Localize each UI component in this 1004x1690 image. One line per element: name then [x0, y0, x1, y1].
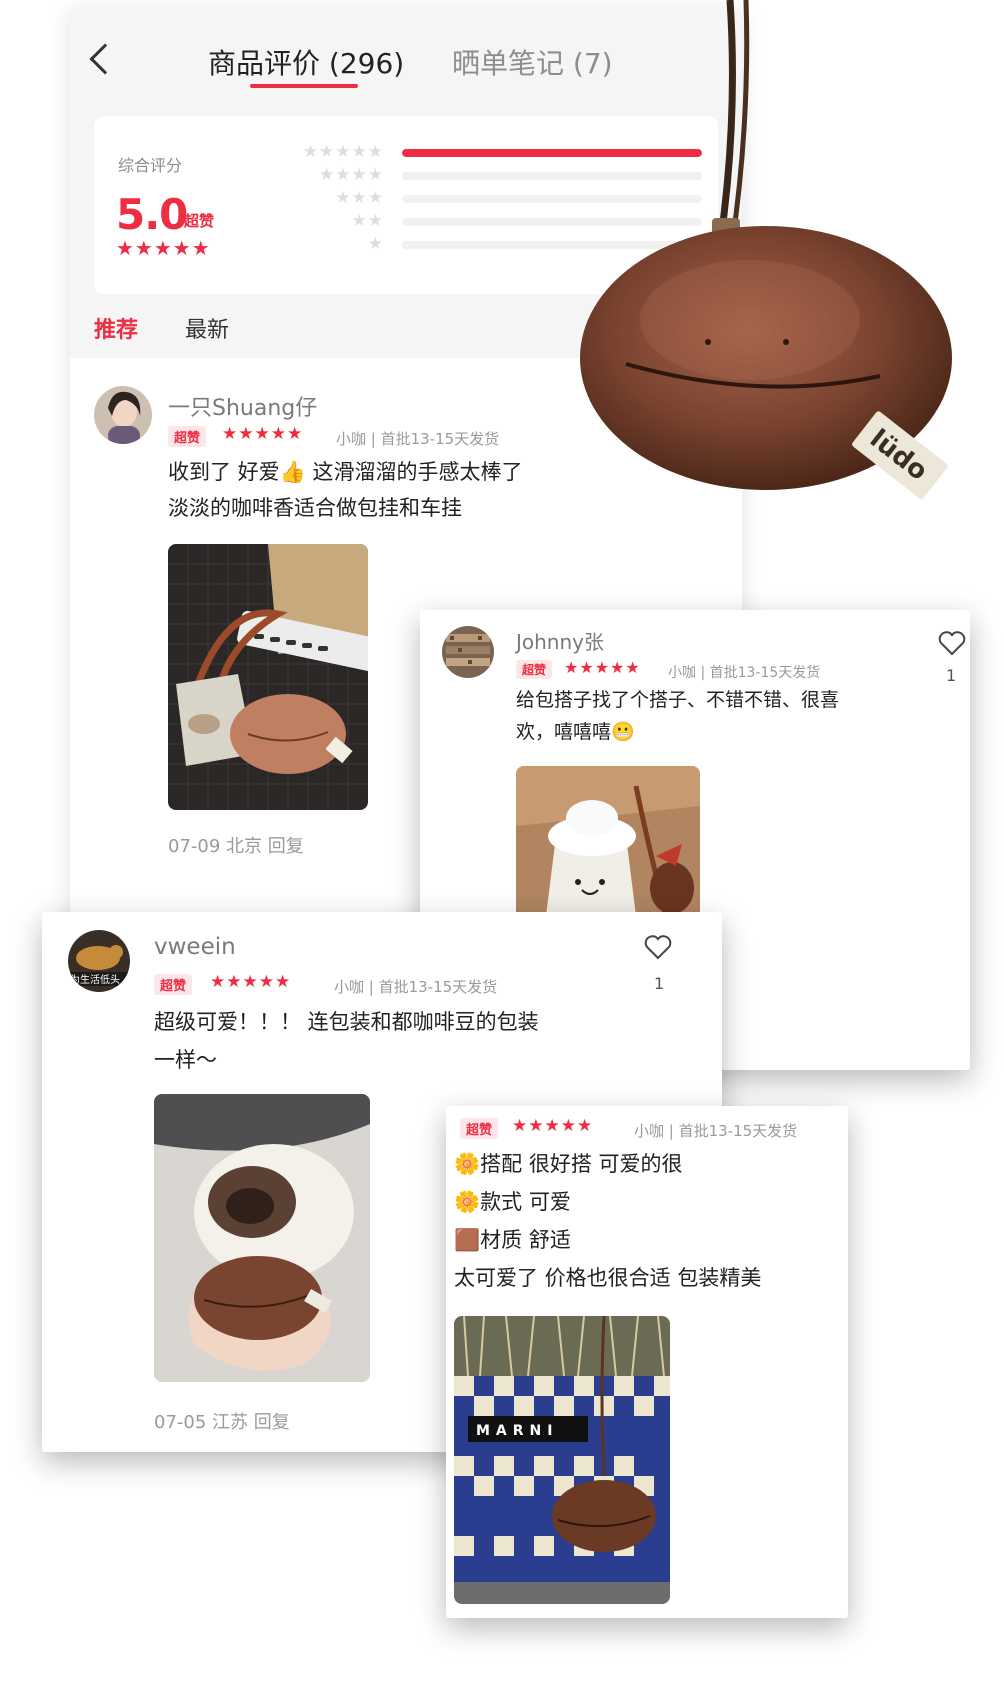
review-text-line: 🌼搭配 很好搭 可爱的很	[454, 1152, 683, 1176]
rating-badge: 超赞	[460, 1118, 499, 1139]
review-text-line: 🌼款式 可爱	[454, 1190, 571, 1214]
review-stars: ★★★★★	[512, 1116, 594, 1136]
reviewer-name[interactable]: 一只Shuang仔	[168, 390, 317, 422]
review-footer[interactable]: 07-05 江苏 回复	[154, 1408, 290, 1434]
like-count: 1	[654, 974, 665, 993]
score-word: 超赞	[184, 212, 215, 230]
filter-recommended[interactable]: 推荐	[94, 318, 138, 343]
tab-product-reviews[interactable]: 商品评价 (296)	[208, 42, 404, 82]
active-tab-indicator	[250, 84, 358, 88]
review-card-4: 超赞 ★★★★★ 小咖 | 首批13-15天发货 🌼搭配 很好搭 可爱的很 🌼款…	[446, 1106, 848, 1618]
review-footer[interactable]: 07-09 北京 回复	[168, 832, 304, 858]
bag-brand-text: MARNI	[476, 1423, 558, 1439]
review-photo[interactable]: MARNI	[454, 1316, 670, 1604]
review-stars: ★★★★★	[210, 972, 292, 992]
back-arrow-icon[interactable]	[89, 43, 121, 75]
distribution-stars: ★	[367, 234, 384, 254]
review-text-line: 🟫材质 舒适	[454, 1228, 571, 1252]
review-stars: ★★★★★	[222, 424, 304, 444]
review-text-line: 太可爱了 价格也很合适 包装精美	[454, 1266, 762, 1290]
review-text-line: 给包搭子找了个搭子、不错不错、很喜	[516, 689, 840, 711]
heart-icon[interactable]	[938, 630, 966, 656]
heart-icon[interactable]	[644, 934, 672, 960]
review-meta: 小咖 | 首批13-15天发货	[336, 430, 500, 448]
distribution-stars: ★★★	[335, 188, 384, 208]
coffee-bean-plush-image: lüdo	[560, 0, 990, 500]
rating-badge: 超赞	[516, 660, 553, 679]
avatar[interactable]	[94, 386, 152, 444]
review-photo[interactable]	[516, 766, 700, 916]
like-count: 1	[946, 666, 957, 685]
rating-badge: 超赞	[154, 974, 193, 995]
review-text-line: 超级可爱！！！ 连包装和都咖啡豆的包装	[154, 1010, 539, 1034]
review-meta: 小咖 | 首批13-15天发货	[334, 978, 498, 996]
reviewer-name[interactable]: vweein	[154, 934, 236, 960]
avatar[interactable]	[442, 626, 494, 678]
review-stars: ★★★★★	[564, 658, 641, 677]
review-text-line: 欢，嘻嘻嘻😬	[516, 721, 635, 743]
rating-badge: 超赞	[168, 426, 207, 447]
review-meta: 小咖 | 首批13-15天发货	[668, 665, 821, 681]
review-photo[interactable]	[168, 544, 368, 810]
review-photo[interactable]	[154, 1094, 370, 1382]
review-text-line: 淡淡的咖啡香适合做包挂和车挂	[168, 496, 462, 520]
rating-summary-label: 综合评分	[118, 156, 183, 175]
review-filter: 推荐 最新	[94, 312, 229, 344]
filter-latest[interactable]: 最新	[185, 318, 229, 343]
reviewer-name[interactable]: Johnny张	[516, 626, 604, 655]
review-text-line: 收到了 好爱👍 这滑溜溜的手感太棒了	[168, 460, 523, 484]
overall-stars: ★★★★★	[116, 236, 211, 260]
distribution-stars: ★★	[351, 211, 384, 231]
review-meta: 小咖 | 首批13-15天发货	[634, 1122, 798, 1140]
distribution-stars: ★★★★	[319, 165, 384, 185]
avatar[interactable]: 为生活低头	[68, 930, 130, 992]
review-text-line: 一样～	[154, 1048, 217, 1072]
avatar-caption: 为生活低头	[70, 973, 120, 986]
distribution-stars: ★★★★★	[302, 142, 384, 162]
overall-score: 5.0	[116, 190, 188, 239]
